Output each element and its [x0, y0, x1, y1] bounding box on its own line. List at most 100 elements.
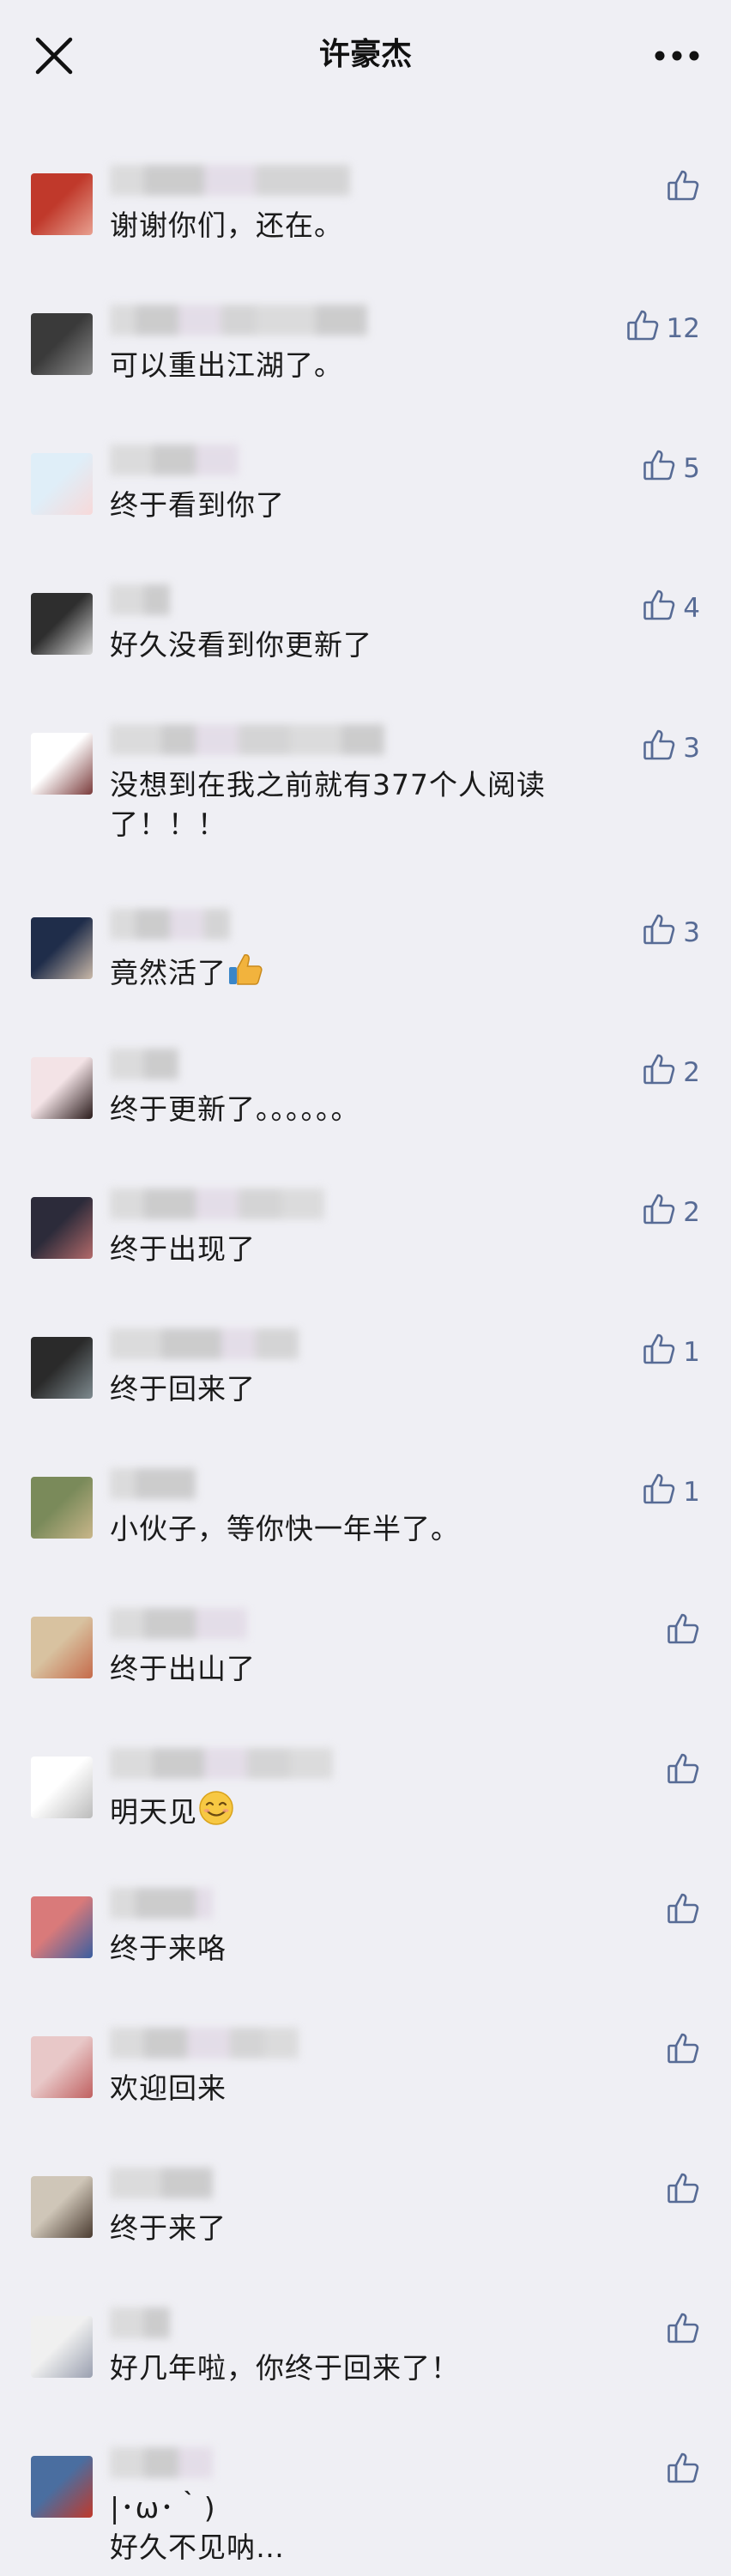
like-button[interactable]: 1 — [642, 1332, 700, 1373]
like-count: 1 — [683, 1477, 700, 1508]
like-button[interactable] — [666, 1893, 700, 1929]
like-button[interactable] — [666, 2171, 700, 2212]
comment-text-content: 小伙子，等你快一年半了。 — [110, 1512, 460, 1545]
nickname-blurred — [110, 1888, 213, 1922]
nickname-blurred — [110, 2168, 213, 2202]
like-button[interactable]: 12 — [625, 308, 700, 349]
nickname-blurred — [110, 1328, 299, 1363]
thumbs-up-icon — [666, 1751, 700, 1793]
comment-text-content: 终于看到你了 — [110, 488, 285, 522]
smile-emoji — [197, 1791, 235, 1829]
comment-text-content: 明天见 — [110, 1795, 197, 1829]
comment-text: 小伙子，等你快一年半了。 — [110, 1509, 590, 1549]
thumbs-up-icon — [666, 2171, 700, 2212]
thumbs-up-icon — [642, 1332, 676, 1373]
like-count: 2 — [683, 1057, 700, 1088]
more-dots-icon[interactable] — [654, 50, 700, 62]
thumbs-up-icon — [642, 728, 676, 769]
avatar[interactable] — [31, 173, 93, 235]
avatar[interactable] — [31, 1197, 93, 1259]
like-button[interactable]: 3 — [642, 914, 700, 950]
thumbs-up-icon — [642, 1192, 676, 1233]
avatar[interactable] — [31, 917, 93, 979]
like-count: 2 — [683, 1197, 700, 1228]
comment-text: 没想到在我之前就有377个人阅读 了！！！ — [110, 765, 590, 844]
like-count: 3 — [683, 733, 700, 764]
thumbs-up-icon — [642, 912, 676, 953]
avatar[interactable] — [31, 1337, 93, 1399]
like-button[interactable]: 1 — [642, 1473, 700, 1509]
avatar[interactable] — [31, 593, 93, 655]
like-count: 5 — [683, 453, 700, 484]
like-button[interactable] — [666, 1753, 700, 1789]
avatar[interactable] — [31, 453, 93, 515]
comment-text-content: 终于出现了 — [110, 1232, 256, 1266]
comment-text: 竟然活了 — [110, 950, 590, 993]
like-count: 12 — [666, 313, 700, 344]
like-button[interactable] — [666, 170, 700, 206]
top-bar: 许豪杰 — [0, 0, 731, 101]
nickname-blurred — [110, 909, 230, 943]
avatar[interactable] — [31, 1757, 93, 1818]
thumbs-up-icon — [666, 2031, 700, 2072]
comment-text-content: 欢迎回来 — [110, 2071, 227, 2105]
like-button[interactable]: 5 — [642, 450, 700, 486]
thumbs-up-icon — [642, 588, 676, 629]
comment-text: 欢迎回来 — [110, 2069, 590, 2108]
avatar[interactable] — [31, 1896, 93, 1958]
avatar[interactable] — [31, 1617, 93, 1678]
like-button[interactable]: 3 — [642, 729, 700, 765]
thumbs-up-icon — [642, 1052, 676, 1093]
thumbs-up-icon — [666, 2311, 700, 2352]
comment-text-content: 终于更新了。。。。。。 — [110, 1092, 360, 1126]
thumbs-up-icon — [666, 1891, 700, 1932]
comment-text: 终于回来了 — [110, 1370, 590, 1409]
comment-text: 可以重出江湖了。 — [110, 346, 590, 385]
comment-text: 明天见 — [110, 1789, 590, 1832]
like-count: 3 — [683, 917, 700, 948]
avatar[interactable] — [31, 2316, 93, 2378]
comment-text-content: 终于来了 — [110, 2211, 227, 2245]
comment-text: 终于看到你了 — [110, 486, 590, 525]
like-button[interactable] — [666, 2311, 700, 2352]
comment-text-content: 没想到在我之前就有377个人阅读 了！！！ — [110, 768, 546, 841]
avatar[interactable] — [31, 733, 93, 795]
nickname-blurred — [110, 724, 384, 759]
nickname-blurred — [110, 1188, 324, 1223]
nickname-blurred — [110, 2447, 213, 2482]
like-button[interactable]: 4 — [642, 588, 700, 629]
comment-text-content: 终于来咯 — [110, 1932, 227, 1965]
comment-text: 谢谢你们，还在。 — [110, 206, 590, 245]
nickname-blurred — [110, 165, 350, 199]
thumbs-up-icon — [625, 308, 660, 349]
avatar[interactable] — [31, 313, 93, 375]
comment-text-content: 竟然活了 — [110, 956, 227, 989]
nickname-blurred — [110, 1049, 178, 1083]
avatar[interactable] — [31, 2036, 93, 2098]
thumbs-up-icon — [642, 1472, 676, 1513]
comment-text-content: 好几年啦，你终于回来了！ — [110, 2351, 460, 2385]
comment-text: |･ω･｀) 好久不见呐… — [110, 2488, 590, 2567]
comment-text-content: 谢谢你们，还在。 — [110, 209, 343, 242]
like-button[interactable]: 2 — [642, 1192, 700, 1233]
avatar[interactable] — [31, 2176, 93, 2238]
avatar[interactable] — [31, 1477, 93, 1539]
like-button[interactable] — [666, 1613, 700, 1649]
comment-text: 终于更新了。。。。。。 — [110, 1090, 590, 1129]
comment-text: 终于出山了 — [110, 1649, 590, 1689]
nickname-blurred — [110, 1748, 333, 1782]
avatar[interactable] — [31, 1057, 93, 1119]
nickname-blurred — [110, 584, 170, 619]
like-button[interactable]: 2 — [642, 1052, 700, 1093]
thumbs-up-icon — [666, 168, 700, 209]
thumbs-up-emoji — [227, 954, 264, 989]
avatar[interactable] — [31, 2456, 93, 2518]
comment-text-content: |･ω･｀) 好久不见呐… — [110, 2491, 285, 2564]
comment-text-content: 终于出山了 — [110, 1652, 256, 1685]
comment-text: 终于来了 — [110, 2209, 590, 2248]
like-button[interactable] — [666, 2033, 700, 2069]
comment-text: 终于出现了 — [110, 1230, 590, 1269]
like-count: 1 — [683, 1337, 700, 1368]
like-button[interactable] — [666, 2452, 700, 2488]
nickname-blurred — [110, 305, 367, 339]
